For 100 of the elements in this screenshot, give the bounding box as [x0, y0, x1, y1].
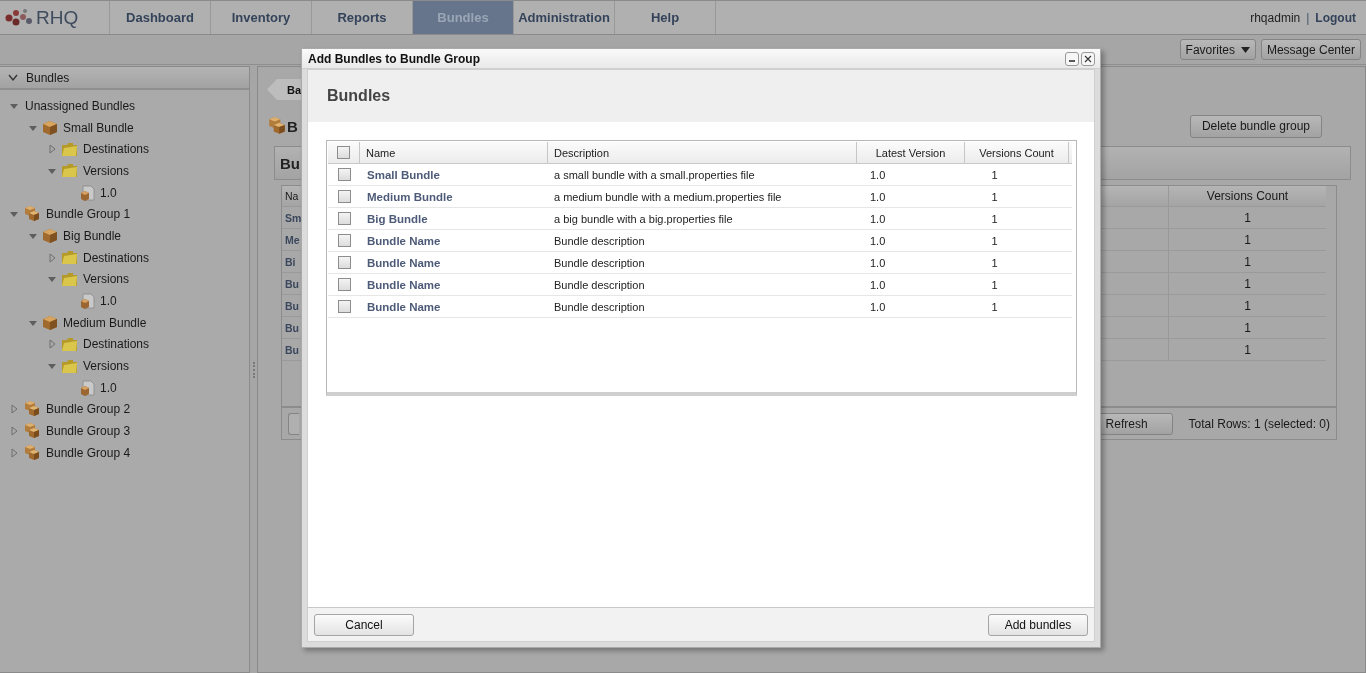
table-cell-text: Bi [284, 254, 297, 270]
tree-item[interactable]: Destinations [83, 250, 150, 265]
row-checkbox[interactable] [337, 278, 351, 291]
dialog-title: Add Bundles to Bundle Group [308, 51, 481, 66]
tree-item[interactable]: Destinations [83, 142, 150, 157]
tree-item[interactable]: Big Bundle [63, 228, 122, 243]
expand-triangle-icon[interactable] [47, 144, 57, 155]
tree-item[interactable]: Small Bundle [63, 120, 134, 135]
molecule-logo-icon [4, 7, 34, 28]
table-cell-text: a small bundle with a small.properties file [553, 167, 756, 183]
box-icon [42, 314, 58, 331]
toolbar-button[interactable] [288, 412, 299, 435]
bundle-name-link[interactable]: Bundle Name [360, 296, 548, 317]
page-title: B [287, 117, 298, 135]
row-checkbox[interactable] [337, 234, 351, 247]
tree-item[interactable]: Bundle Group 1 [46, 207, 131, 222]
expand-triangle-icon[interactable] [9, 447, 19, 458]
table-cell-text: 1.0 [869, 167, 887, 183]
bundle-name-link[interactable]: Big Bundle [360, 208, 548, 229]
nav-tab[interactable]: Dashboard [110, 1, 211, 34]
table-cell-text: 1 [990, 277, 999, 293]
table-cell-text: a big bundle with a big.properties file [553, 211, 734, 227]
column-header[interactable]: Description [548, 142, 857, 163]
row-checkbox[interactable] [337, 300, 351, 313]
nav-tab[interactable]: Inventory [211, 1, 312, 34]
folder-icon [61, 271, 78, 287]
username: rhqadmin [1250, 10, 1301, 25]
table-cell-text: Sm [284, 210, 299, 226]
section-title: Bu [280, 154, 300, 172]
add-bundles-button[interactable]: Add bundles [988, 613, 1088, 636]
bundle-name-link[interactable]: Bundle Name [360, 252, 548, 273]
close-button[interactable] [1081, 51, 1095, 66]
table-cell: 1 [1168, 229, 1326, 250]
logout-link[interactable]: Logout [1315, 10, 1356, 25]
folder-icon [61, 141, 78, 157]
tree-item[interactable]: Destinations [83, 337, 150, 352]
folder-icon [61, 163, 78, 179]
tree-item[interactable]: Unassigned Bundles [25, 98, 136, 113]
select-all-checkbox[interactable] [337, 146, 350, 159]
tree-item[interactable]: Bundle Group 2 [46, 402, 131, 417]
row-count: Total Rows: 1 (selected: 0) [1188, 416, 1330, 431]
tree-item[interactable]: 1.0 [100, 380, 117, 395]
row-checkbox[interactable] [337, 190, 351, 203]
tree-item[interactable]: Versions [83, 163, 130, 178]
expand-triangle-icon[interactable] [9, 404, 19, 415]
boxes-icon [23, 443, 41, 462]
tree-item[interactable]: Bundle Group 3 [46, 424, 131, 439]
tree-item[interactable]: Bundle Group 4 [46, 445, 131, 460]
bundle-name-link[interactable]: Bundle Name [360, 274, 548, 295]
table-cell-text: 1 [990, 189, 999, 205]
bundle-name-link[interactable]: Medium Bundle [360, 186, 548, 207]
box-icon [42, 227, 58, 244]
package-document-icon [80, 293, 95, 310]
boxes-icon [23, 400, 41, 419]
expand-triangle-icon[interactable] [47, 252, 57, 263]
boxes-icon [23, 205, 41, 224]
row-checkbox[interactable] [337, 168, 351, 181]
package-document-icon [80, 379, 95, 396]
folder-icon [61, 336, 78, 352]
table-cell-text: Bu [284, 276, 299, 292]
table-cell-text: 1 [990, 299, 999, 315]
caret-icon [1240, 46, 1250, 53]
tree-item[interactable]: 1.0 [100, 294, 117, 309]
delete-button[interactable]: Delete bundle group [1189, 114, 1322, 138]
favorites-button[interactable]: Favorites [1179, 39, 1256, 60]
column-header[interactable]: Versions Count [1168, 186, 1326, 206]
cancel-button[interactable]: Cancel [314, 613, 414, 636]
splitter-handle[interactable] [252, 361, 255, 378]
dialog-heading: Bundles [327, 87, 391, 105]
tree-item[interactable]: Medium Bundle [63, 315, 147, 330]
package-document-icon [80, 184, 95, 201]
tree-item[interactable]: Versions [83, 272, 130, 287]
table-cell: 1 [1168, 251, 1326, 272]
expand-triangle-icon[interactable] [9, 426, 19, 437]
folder-icon [61, 250, 78, 266]
table-cell: 1 [1168, 273, 1326, 294]
tree-item[interactable]: Versions [83, 359, 130, 374]
nav-tab[interactable]: Administration [514, 1, 615, 34]
table-cell-text: 1.0 [869, 255, 887, 271]
message-center-button[interactable]: Message Center [1260, 39, 1361, 60]
folder-icon [61, 358, 78, 374]
nav-tab[interactable]: Help [615, 1, 716, 34]
table-cell-text: 1 [990, 233, 999, 249]
row-checkbox[interactable] [337, 212, 351, 225]
table-cell: 1 [1168, 317, 1326, 338]
table-cell: 1 [1168, 295, 1326, 316]
column-header[interactable]: Na [282, 186, 299, 206]
column-header[interactable]: Latest Version [857, 142, 965, 163]
column-header[interactable]: Versions Count [965, 142, 1069, 163]
sidebar-title: Bundles [26, 70, 70, 85]
table-cell-text: 1.0 [869, 211, 887, 227]
bundle-name-link[interactable]: Small Bundle [360, 164, 548, 185]
minimize-button[interactable] [1065, 51, 1079, 66]
bundle-name-link[interactable]: Bundle Name [360, 230, 548, 251]
row-checkbox[interactable] [337, 256, 351, 269]
table-cell-text: 1.0 [869, 277, 887, 293]
chevron-down-icon[interactable] [8, 74, 18, 81]
column-header[interactable]: Name [360, 142, 548, 163]
expand-triangle-icon[interactable] [47, 339, 57, 350]
tree-item[interactable]: 1.0 [100, 185, 117, 200]
